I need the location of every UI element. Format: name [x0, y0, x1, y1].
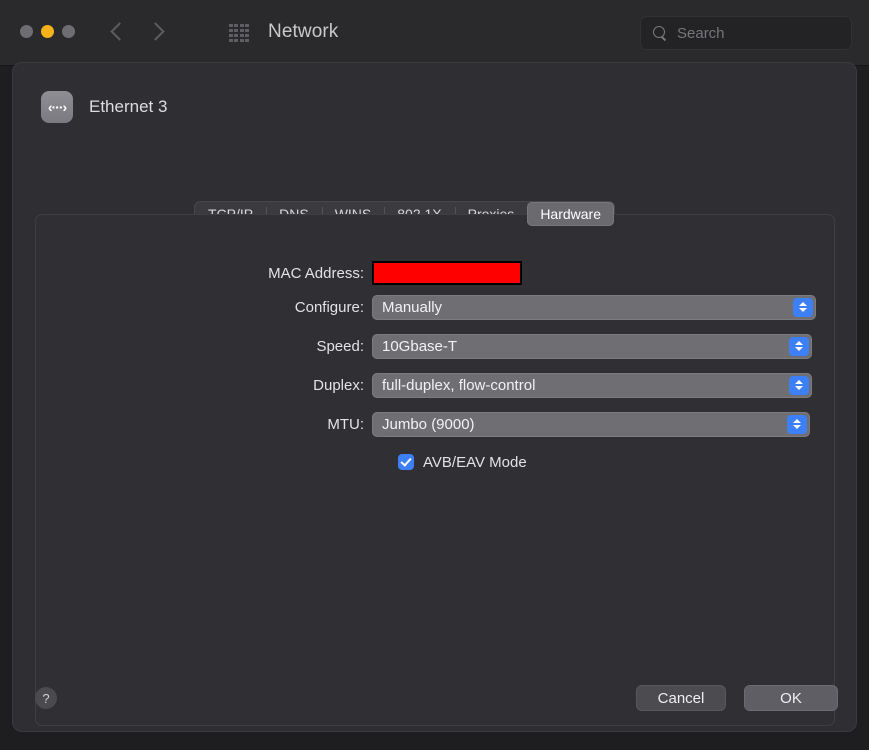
row-mac-address: MAC Address:	[36, 260, 522, 286]
navigation-arrows	[110, 19, 164, 45]
network-preferences-window: Network ‹···› Ethernet 3 TCP/IP DNS WINS…	[0, 0, 869, 750]
interface-header: ‹···› Ethernet 3	[41, 91, 167, 123]
grid-dot	[229, 33, 233, 38]
row-configure: Configure: Manually	[36, 294, 816, 320]
grid-dot	[245, 24, 249, 28]
grid-dot	[229, 28, 233, 33]
speed-value: 10Gbase-T	[382, 337, 458, 355]
window-toolbar: Network	[0, 0, 869, 66]
show-all-grid-icon[interactable]	[229, 24, 249, 42]
forward-chevron-icon[interactable]	[148, 19, 164, 45]
close-button-icon[interactable]	[20, 25, 33, 38]
chevron-updown-icon[interactable]	[789, 375, 809, 395]
chevron-updown-icon[interactable]	[787, 414, 807, 434]
back-chevron-icon[interactable]	[110, 19, 126, 45]
speed-label: Speed:	[316, 337, 364, 355]
chevron-up-icon	[795, 380, 803, 384]
grid-dot	[234, 38, 239, 42]
traffic-light-group	[20, 25, 75, 38]
hardware-settings-sheet: ‹···› Ethernet 3 TCP/IP DNS WINS 802.1X …	[12, 62, 857, 732]
chevron-down-icon	[795, 347, 803, 351]
row-speed: Speed: 10Gbase-T	[36, 333, 812, 359]
grid-dot	[239, 24, 244, 28]
search-icon	[653, 26, 668, 41]
mac-address-redaction	[372, 261, 522, 285]
row-duplex: Duplex: full-duplex, flow-control	[36, 372, 812, 398]
hardware-panel: MAC Address: Configure: Manually Speed: …	[35, 214, 835, 726]
avb-mode-checkbox[interactable]	[398, 454, 414, 470]
grid-dot	[239, 33, 244, 38]
chevron-up-icon	[795, 341, 803, 345]
avb-mode-label: AVB/EAV Mode	[423, 453, 527, 471]
grid-dot	[245, 33, 249, 38]
ok-button[interactable]: OK	[744, 685, 838, 711]
chevron-down-icon	[793, 425, 801, 429]
row-mtu: MTU: Jumbo (9000)	[36, 411, 810, 437]
chevron-down-icon	[799, 308, 807, 312]
mtu-label: MTU:	[327, 415, 364, 433]
mtu-value: Jumbo (9000)	[382, 415, 475, 433]
tab-hardware[interactable]: Hardware	[527, 202, 615, 226]
grid-dot	[234, 24, 239, 28]
chevron-up-icon	[799, 302, 807, 306]
duplex-label: Duplex:	[313, 376, 364, 394]
configure-popup-button[interactable]: Manually	[372, 294, 816, 320]
configure-label: Configure:	[294, 298, 364, 316]
minimize-button-icon[interactable]	[41, 25, 54, 38]
ethernet-icon: ‹···›	[41, 91, 73, 123]
cancel-button[interactable]: Cancel	[636, 685, 726, 711]
grid-dot	[229, 38, 233, 42]
grid-dot	[229, 24, 233, 28]
configure-value: Manually	[382, 298, 443, 316]
chevron-up-icon	[793, 419, 801, 423]
grid-dot	[245, 38, 249, 42]
search-field[interactable]	[640, 16, 852, 50]
duplex-popup-button[interactable]: full-duplex, flow-control	[372, 372, 812, 398]
grid-dot	[245, 28, 249, 33]
chevron-updown-icon[interactable]	[789, 336, 809, 356]
search-input[interactable]	[677, 17, 845, 49]
mtu-popup-button[interactable]: Jumbo (9000)	[372, 411, 810, 437]
chevron-updown-icon[interactable]	[793, 297, 813, 317]
chevron-down-icon	[795, 386, 803, 390]
grid-dot	[234, 33, 239, 38]
grid-dot	[234, 28, 239, 33]
row-avb-mode: AVB/EAV Mode	[36, 451, 527, 473]
zoom-button-icon[interactable]	[62, 25, 75, 38]
duplex-value: full-duplex, flow-control	[382, 376, 536, 394]
grid-dot	[239, 28, 244, 33]
interface-name: Ethernet 3	[89, 97, 168, 116]
help-button[interactable]: ?	[35, 687, 57, 709]
mac-address-label: MAC Address:	[268, 264, 364, 282]
window-title: Network	[268, 21, 339, 42]
grid-dot	[239, 38, 244, 42]
speed-popup-button[interactable]: 10Gbase-T	[372, 333, 812, 359]
